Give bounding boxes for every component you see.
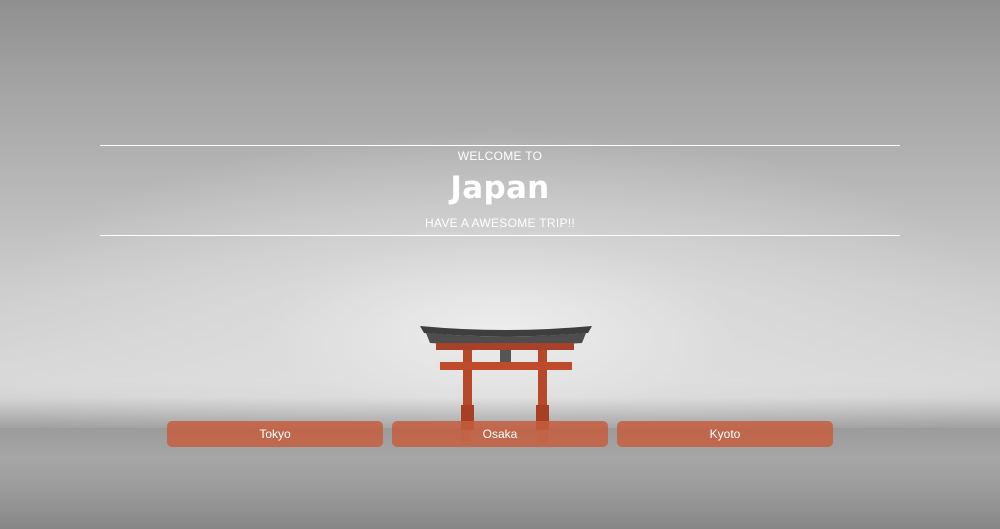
welcome-banner: WELCOME TO Japan HAVE A AWESOME TRIP!! [100, 145, 900, 236]
osaka-button[interactable]: Osaka [392, 421, 608, 447]
subtitle-text: HAVE A AWESOME TRIP!! [424, 216, 576, 230]
torii-gate-image [420, 326, 592, 442]
page-title: Japan [450, 170, 550, 206]
welcome-text: WELCOME TO [457, 149, 543, 163]
tokyo-button[interactable]: Tokyo [167, 421, 383, 447]
hero-section: WELCOME TO Japan HAVE A AWESOME TRIP!! T… [0, 0, 1000, 529]
kyoto-button[interactable]: Kyoto [617, 421, 833, 447]
